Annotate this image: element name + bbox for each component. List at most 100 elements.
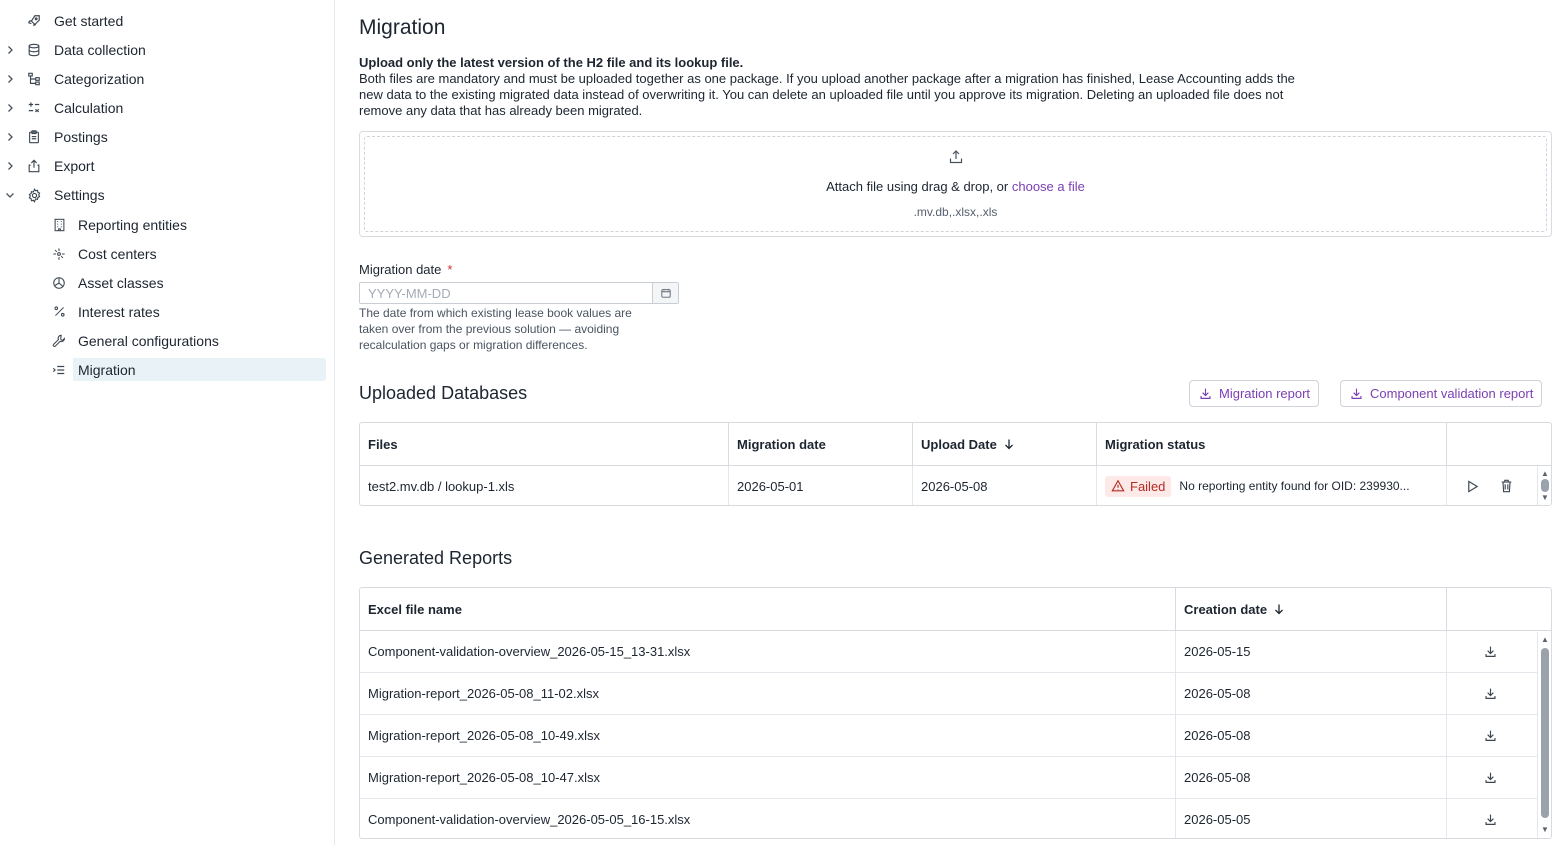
choose-file-link[interactable]: choose a file [1012,179,1085,194]
intro-text: Both files are mandatory and must be upl… [359,71,1295,118]
sidebar-item-postings[interactable]: Postings [0,124,330,150]
download-icon[interactable] [1479,725,1501,747]
download-icon[interactable] [1479,767,1501,789]
component-validation-report-button[interactable]: Component validation report [1340,380,1543,407]
download-icon[interactable] [1479,683,1501,705]
sidebar-item-label: Reporting entities [78,216,187,233]
cell-file-name: Migration-report_2026-05-08_10-47.xlsx [360,757,1176,798]
sidebar-item-cost-centers[interactable]: Cost centers [48,242,326,265]
chevron-right-icon[interactable] [4,102,16,114]
sidebar-item-reporting-entities[interactable]: Reporting entities [48,213,326,236]
scroll-up-arrow-icon[interactable]: ▲ [1541,470,1549,478]
cell-file-name: Migration-report_2026-05-08_11-02.xlsx [360,673,1176,714]
migration-date-hint: The date from which existing lease book … [359,306,632,352]
migration-date-input[interactable] [360,283,652,303]
scroll-down-arrow-icon[interactable]: ▼ [1541,494,1549,502]
download-icon[interactable] [1479,809,1501,831]
download-icon[interactable] [1479,641,1501,663]
building-icon [51,217,67,233]
column-header-excel-file-name[interactable]: Excel file name [360,588,1176,630]
cell-files: test2.mv.db / lookup-1.xls [360,466,729,505]
sidebar-item-categorization[interactable]: Categorization [0,66,330,92]
status-message: No reporting entity found for OID: 23993… [1179,479,1410,493]
column-header-actions [1447,423,1551,465]
sidebar-item-label: Cost centers [78,245,157,262]
dropzone-inner[interactable]: Attach file using drag & drop, or choose… [364,136,1547,232]
chevron-right-icon[interactable] [4,73,16,85]
list-indent-icon [51,362,67,378]
dropzone-text-line: Attach file using drag & drop, or choose… [365,179,1546,194]
accepted-file-types: .mv.db,.xlsx,.xls [913,205,998,219]
column-header-migration-status[interactable]: Migration status [1097,423,1447,465]
column-header-files[interactable]: Files [360,423,729,465]
sidebar-item-data-collection[interactable]: Data collection [0,37,330,63]
component-validation-report-label: Component validation report [1370,386,1534,401]
clipboard-icon [26,129,42,145]
scroll-up-arrow-icon[interactable]: ▲ [1541,636,1549,644]
table-header: Excel file name Creation date [360,588,1551,631]
sidebar-item-calculation[interactable]: Calculation [0,95,330,121]
sidebar-item-general-configurations[interactable]: General configurations [48,329,326,352]
chevron-down-icon[interactable] [4,189,16,201]
cell-creation-date: 2026-05-08 [1176,757,1447,798]
scroll-thumb[interactable] [1541,648,1549,818]
database-icon [26,42,42,58]
table-row: test2.mv.db / lookup-1.xls 2026-05-01 20… [360,466,1551,505]
scroll-down-arrow-icon[interactable]: ▼ [1541,826,1549,834]
cell-actions [1447,715,1537,756]
column-header-actions [1447,588,1551,630]
upload-icon [948,149,964,165]
page-title: Migration [359,16,446,39]
required-marker: * [447,262,453,277]
sidebar-item-label: Export [54,158,95,174]
table-row: Component-validation-overview_2026-05-05… [360,799,1551,838]
main-content: Migration Upload only the latest version… [335,0,1561,845]
migration-report-button[interactable]: Migration report [1189,380,1320,407]
chevron-right-icon[interactable] [4,131,16,143]
cell-file-name: Component-validation-overview_2026-05-05… [360,799,1176,838]
sort-arrow-down-icon[interactable] [1273,603,1285,615]
download-icon [1198,387,1212,401]
play-icon[interactable] [1461,475,1483,497]
chevron-right-icon[interactable] [4,44,16,56]
sort-arrow-down-icon[interactable] [1003,438,1015,450]
column-header-label: Migration status [1105,436,1206,452]
sidebar-item-get-started[interactable]: Get started [0,8,330,34]
sidebar-item-settings[interactable]: Settings [0,182,330,208]
gear-icon [26,187,42,203]
cell-actions [1447,757,1537,798]
sidebar-item-label: Migration [78,361,136,378]
percent-icon [51,304,67,320]
sidebar-item-interest-rates[interactable]: Interest rates [48,300,326,323]
sidebar-item-migration[interactable]: Migration [48,358,326,381]
cell-actions [1447,466,1537,505]
pie-chart-icon [51,275,67,291]
column-header-migration-date[interactable]: Migration date [729,423,913,465]
column-header-creation-date[interactable]: Creation date [1176,588,1447,630]
scroll-thumb[interactable] [1541,479,1549,492]
rocket-icon [26,13,42,29]
cell-actions [1447,631,1537,672]
column-header-label: Upload Date [921,436,997,452]
cell-actions [1447,799,1537,838]
uploaded-table-scrollbar[interactable]: ▲ ▼ [1537,466,1551,505]
reports-table-scrollbar[interactable]: ▲ ▼ [1537,632,1551,838]
column-header-label: Files [368,436,398,452]
sidebar-item-label: Get started [54,13,124,29]
cell-migration-date: 2026-05-01 [729,466,913,505]
warning-icon [1111,479,1125,493]
calendar-icon[interactable] [652,283,678,303]
trash-icon[interactable] [1495,475,1517,497]
chevron-right-icon[interactable] [4,160,16,172]
cell-creation-date: 2026-05-08 [1176,715,1447,756]
export-icon [26,158,42,174]
sidebar-item-export[interactable]: Export [0,153,330,179]
column-header-upload-date[interactable]: Upload Date [913,423,1097,465]
file-dropzone[interactable]: Attach file using drag & drop, or choose… [359,131,1552,237]
migration-report-label: Migration report [1219,386,1311,401]
cell-creation-date: 2026-05-08 [1176,673,1447,714]
uploaded-databases-title: Uploaded Databases [359,383,528,403]
sidebar-item-asset-classes[interactable]: Asset classes [48,271,326,294]
migration-date-input-wrapper [359,282,679,304]
table-row: Migration-report_2026-05-08_10-49.xlsx 2… [360,715,1551,757]
